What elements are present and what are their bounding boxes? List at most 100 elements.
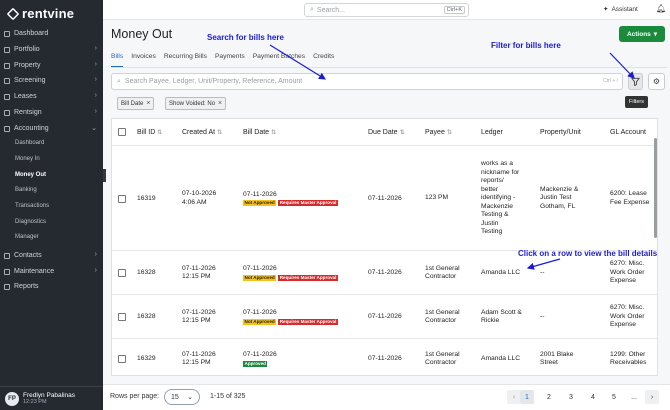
scrollbar-thumb[interactable] [654, 138, 657, 238]
ledger: Adam Scott & Rickie [481, 309, 522, 326]
sidebar-item-accounting[interactable]: Accounting ⌄ [0, 121, 103, 136]
sort-icon[interactable]: ⇅ [217, 129, 222, 136]
row-checkbox[interactable] [118, 269, 126, 277]
chevron-down-icon: ▾ [653, 31, 658, 38]
sidebar-subitem-money-out[interactable]: Money Out [3, 169, 106, 182]
gl-account-line: Fee Expense [610, 198, 650, 206]
accounting-icon [4, 125, 10, 132]
table-row[interactable]: 16329 07-11-2026 12:15 PM 07-11-2026 Approve… [112, 338, 657, 375]
sidebar-item-property[interactable]: Property › [0, 58, 103, 73]
settings-button[interactable]: ⚙ [648, 73, 665, 90]
sidebar-item-reports[interactable]: Reports [0, 279, 103, 294]
chevron-right-icon: › [94, 92, 97, 99]
sidebar-subitem-banking[interactable]: Banking [15, 187, 37, 193]
contacts-icon [4, 252, 10, 259]
tab-credits[interactable]: Credits [313, 53, 334, 67]
chip-label: Show Voided: No [169, 100, 216, 107]
created-at-line: 07-11-2026 [182, 350, 216, 358]
sidebar: rentvine Dashboard Portfolio › Property › Scr… [0, 0, 106, 410]
sort-icon[interactable]: ⇅ [447, 129, 452, 136]
page-5[interactable]: 5 [607, 390, 621, 404]
page-3[interactable]: 3 [564, 390, 578, 404]
page-4[interactable]: 4 [586, 390, 600, 404]
annotation-row: Click on a row to view the bill details [518, 249, 658, 258]
rows-per-page-value: 15 [171, 393, 179, 401]
payee-line: 1st General [425, 350, 460, 358]
rows-per-page-label: Rows per page: [110, 393, 160, 400]
tab-payments[interactable]: Payments [215, 53, 245, 67]
previous-page-button[interactable]: ‹ [507, 390, 521, 404]
created-at-line: 4:06 AM [182, 198, 207, 206]
page-1[interactable]: 1 [520, 390, 534, 404]
filter-chip-bill-date[interactable]: Bill Date × [117, 97, 155, 110]
tab-payment-batches[interactable]: Payment Batches [253, 53, 305, 67]
close-icon[interactable]: × [218, 100, 222, 107]
sidebar-item-contacts[interactable]: Contacts › [0, 248, 103, 263]
global-search-input[interactable]: ⌕ Search... Ctrl+K [304, 3, 469, 17]
filter-chip-show-voided[interactable]: Show Voided: No × [165, 97, 227, 110]
chevron-down-icon: ⌄ [91, 125, 97, 132]
table-row[interactable]: 16328 07-11-2026 12:15 PM 07-11-2026 Not App… [112, 294, 657, 338]
column-header-due-date[interactable]: Due Date ⇅ [368, 119, 405, 145]
sidebar-subitem-transactions[interactable]: Transactions [15, 203, 49, 209]
next-page-button[interactable]: › [645, 390, 659, 404]
ledger-line: Justin [481, 219, 499, 227]
sidebar-item-rentsign[interactable]: Rentsign › [0, 105, 103, 120]
ledger-line: better [481, 185, 499, 193]
column-header-ledger[interactable]: Ledger [481, 119, 503, 145]
table-row[interactable]: 16319 07-10-2026 4:06 AM 07-11-2026 Not Appr… [112, 145, 657, 250]
column-header-created-at[interactable]: Created At ⇅ [182, 119, 222, 145]
rows-per-page-select[interactable]: 15 ⌄ [164, 389, 200, 405]
sidebar-item-leases[interactable]: Leases › [0, 89, 103, 104]
bell-icon[interactable]: 🔔︎ [656, 4, 666, 13]
tab-bills[interactable]: Bills [111, 53, 124, 68]
sort-icon[interactable]: ⇅ [271, 129, 276, 136]
status-badge: Requires Master Approval [278, 318, 338, 325]
sidebar-item-portfolio[interactable]: Portfolio › [0, 42, 103, 57]
row-checkbox[interactable] [118, 313, 126, 321]
bill-id: 16319 [137, 194, 156, 202]
user-profile[interactable]: FP Fredlyn Pabalinas 12:23 PM [0, 386, 103, 410]
select-all-checkbox[interactable] [118, 128, 126, 136]
bill-id: 16328 [137, 269, 156, 276]
sidebar-subitem-dashboard[interactable]: Dashboard [15, 140, 44, 146]
sidebar-subitem-manager[interactable]: Manager [15, 234, 39, 240]
tab-invoices[interactable]: Invoices [131, 53, 156, 67]
sidebar-item-maintenance[interactable]: Maintenance › [0, 264, 103, 279]
sidebar-subitem-diagnostics[interactable]: Diagnostics [15, 219, 46, 225]
row-checkbox[interactable] [118, 355, 126, 363]
sidebar-subitem-money-in[interactable]: Money In [15, 156, 40, 162]
sort-icon[interactable]: ⇅ [157, 129, 162, 136]
sidebar-item-label: Accounting [14, 125, 49, 132]
rentvine-logo[interactable]: rentvine [6, 6, 74, 21]
column-header-bill-date[interactable]: Bill Date ⇅ [243, 119, 276, 145]
actions-button[interactable]: Actions ▾ [619, 26, 665, 42]
chevron-right-icon: › [94, 108, 97, 115]
sort-icon[interactable]: ⇅ [400, 129, 405, 136]
row-checkbox[interactable] [118, 194, 126, 203]
gl-account-line: Expense [610, 321, 637, 329]
property-unit-line: -- [540, 312, 545, 320]
sidebar-item-dashboard[interactable]: Dashboard [0, 26, 103, 41]
assistant-button[interactable]: ✦ Assistant [603, 5, 638, 14]
sidebar-item-label: Maintenance [14, 268, 55, 275]
screening-icon [4, 77, 10, 84]
page-2[interactable]: 2 [542, 390, 556, 404]
annotation-search: Search for bills here [207, 33, 284, 42]
ledger-line: Adam Scott & [481, 308, 522, 316]
column-header-bill-id[interactable]: Bill ID ⇅ [137, 119, 162, 145]
column-header-gl-account[interactable]: GL Account [610, 119, 646, 145]
bill-date: 07-11-2026 Not Approved Requires Master Ap… [243, 309, 340, 326]
close-icon[interactable]: × [146, 100, 150, 107]
chevron-right-icon: › [94, 251, 97, 258]
payee-line: 1st General [425, 264, 460, 272]
pen-icon [4, 109, 10, 116]
bill-search-input[interactable]: ⌕ Search Payee, Ledger, Unit/Property, R… [111, 73, 623, 90]
sidebar-item-screening[interactable]: Screening › [0, 73, 103, 88]
ledger-line: works as a [481, 160, 513, 168]
tab-recurring-bills[interactable]: Recurring Bills [164, 53, 207, 67]
filter-button[interactable] [628, 73, 643, 90]
column-header-property-unit[interactable]: Property/Unit [540, 119, 581, 145]
created-at-line: 12:15 PM [182, 317, 211, 324]
column-header-payee[interactable]: Payee ⇅ [425, 119, 452, 145]
